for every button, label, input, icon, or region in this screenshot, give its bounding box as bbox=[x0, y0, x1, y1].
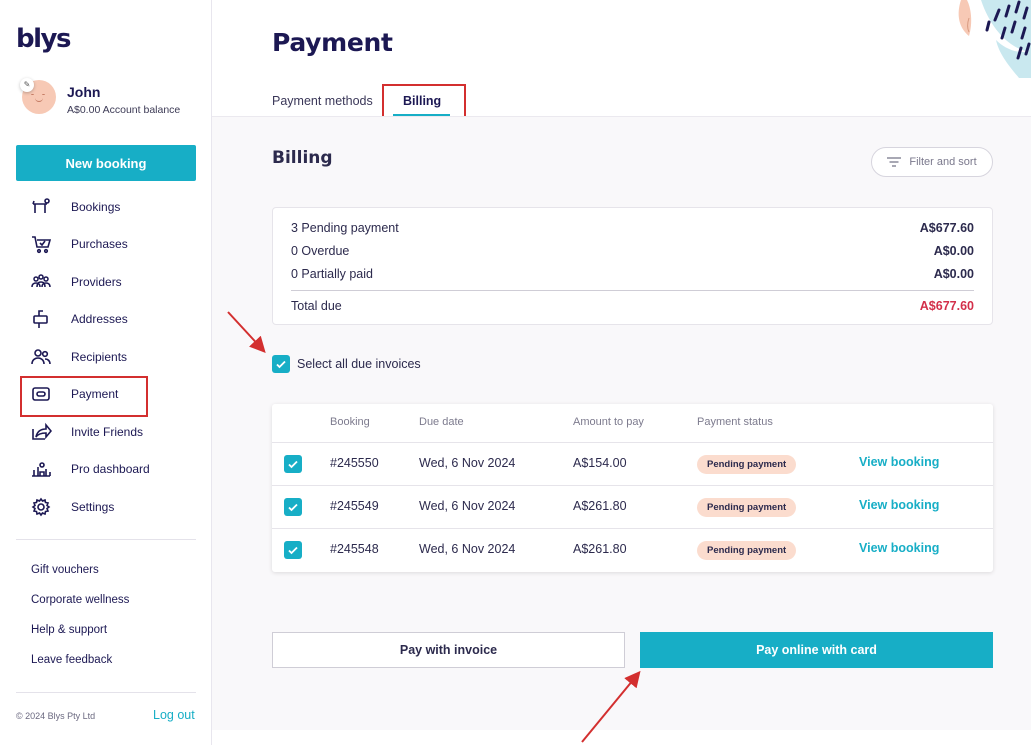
tab-payment-methods[interactable]: Payment methods bbox=[272, 94, 373, 108]
sidebar-secondary-links: Gift vouchers Corporate wellness Help & … bbox=[31, 562, 129, 682]
filter-sort-button[interactable]: Filter and sort bbox=[871, 147, 993, 177]
corporate-wellness-link[interactable]: Corporate wellness bbox=[31, 592, 129, 622]
sidebar-item-recipients[interactable]: Recipients bbox=[0, 338, 212, 376]
sidebar-item-addresses[interactable]: Addresses bbox=[0, 301, 212, 339]
amount-to-pay: A$261.80 bbox=[573, 499, 627, 513]
help-support-link[interactable]: Help & support bbox=[31, 622, 129, 652]
booking-id: #245550 bbox=[330, 456, 379, 470]
summary-row-total: Total due A$677.60 bbox=[291, 299, 974, 317]
gear-icon bbox=[30, 496, 52, 518]
users-icon bbox=[30, 346, 52, 368]
summary-amount: A$677.60 bbox=[919, 221, 974, 235]
wallet-icon bbox=[30, 383, 52, 405]
status-badge: Pending payment bbox=[697, 498, 797, 517]
sidebar-item-pro-dashboard[interactable]: Pro dashboard bbox=[0, 451, 212, 489]
column-header-status: Payment status bbox=[697, 416, 773, 428]
select-all-label: Select all due invoices bbox=[297, 357, 421, 371]
main-content: Payment Payment methods Billing Billing … bbox=[212, 0, 1031, 745]
edit-pencil-icon[interactable]: ✎ bbox=[20, 78, 34, 92]
sidebar-item-label: Bookings bbox=[71, 199, 121, 214]
cart-icon bbox=[30, 233, 52, 255]
total-amount: A$677.60 bbox=[919, 299, 974, 313]
amount-to-pay: A$261.80 bbox=[573, 542, 627, 556]
copyright-text: © 2024 Blys Pty Ltd bbox=[16, 711, 96, 721]
table-row: #245550 Wed, 6 Nov 2024 A$154.00 Pending… bbox=[272, 442, 993, 485]
status-badge: Pending payment bbox=[697, 541, 797, 560]
select-all-invoices[interactable]: Select all due invoices bbox=[272, 355, 421, 373]
row-checkbox[interactable] bbox=[284, 541, 302, 559]
sidebar-item-providers[interactable]: Providers bbox=[0, 263, 212, 301]
page-title: Payment bbox=[272, 28, 393, 57]
column-header-amount: Amount to pay bbox=[573, 416, 644, 428]
new-booking-button[interactable]: New booking bbox=[16, 145, 196, 181]
summary-row-pending: 3 Pending payment A$677.60 bbox=[291, 221, 974, 239]
logout-link[interactable]: Log out bbox=[153, 708, 195, 722]
sidebar-item-label: Recipients bbox=[71, 349, 128, 364]
status-badge: Pending payment bbox=[697, 455, 797, 474]
summary-amount: A$0.00 bbox=[933, 267, 974, 281]
summary-divider bbox=[291, 290, 974, 291]
sidebar-item-label: Payment bbox=[71, 387, 119, 402]
profile-card[interactable]: ✎ John A$0.00 Account balance bbox=[20, 78, 207, 120]
view-booking-link[interactable]: View booking bbox=[859, 498, 939, 512]
row-checkbox[interactable] bbox=[284, 498, 302, 516]
summary-label: 0 Partially paid bbox=[291, 267, 373, 281]
table-row: #245548 Wed, 6 Nov 2024 A$261.80 Pending… bbox=[272, 528, 993, 571]
view-booking-link[interactable]: View booking bbox=[859, 455, 939, 469]
share-icon bbox=[30, 421, 53, 443]
decorative-illustration bbox=[881, 0, 1031, 78]
booking-id: #245548 bbox=[330, 542, 379, 556]
sidebar-item-label: Settings bbox=[71, 499, 115, 514]
leave-feedback-link[interactable]: Leave feedback bbox=[31, 652, 129, 682]
sidebar-item-label: Pro dashboard bbox=[71, 462, 150, 477]
people-group-icon bbox=[30, 271, 52, 293]
amount-to-pay: A$154.00 bbox=[573, 456, 627, 470]
profile-name: John bbox=[67, 84, 101, 100]
billing-summary: 3 Pending payment A$677.60 0 Overdue A$0… bbox=[272, 207, 993, 325]
sidebar-item-label: Invite Friends bbox=[71, 424, 144, 439]
summary-amount: A$0.00 bbox=[933, 244, 974, 258]
summary-label: 0 Overdue bbox=[291, 244, 350, 258]
pay-online-card-button[interactable]: Pay online with card bbox=[640, 632, 993, 668]
mailbox-icon bbox=[30, 308, 52, 330]
sidebar-divider bbox=[16, 692, 196, 693]
sidebar: blys ✎ John A$0.00 Account balance New b… bbox=[0, 0, 212, 745]
view-booking-link[interactable]: View booking bbox=[859, 541, 939, 555]
filter-icon bbox=[887, 157, 902, 167]
section-title: Billing bbox=[272, 148, 333, 168]
sidebar-item-invite-friends[interactable]: Invite Friends bbox=[0, 413, 212, 451]
due-date: Wed, 6 Nov 2024 bbox=[419, 499, 516, 513]
due-date: Wed, 6 Nov 2024 bbox=[419, 542, 516, 556]
sidebar-divider bbox=[16, 539, 196, 540]
sidebar-item-settings[interactable]: Settings bbox=[0, 488, 212, 526]
row-checkbox[interactable] bbox=[284, 455, 302, 473]
column-header-booking: Booking bbox=[330, 416, 370, 428]
due-date: Wed, 6 Nov 2024 bbox=[419, 456, 516, 470]
sidebar-item-label: Addresses bbox=[71, 312, 128, 327]
summary-label: 3 Pending payment bbox=[291, 221, 399, 235]
select-all-checkbox[interactable] bbox=[272, 355, 290, 373]
column-header-due-date: Due date bbox=[419, 416, 464, 428]
account-balance: A$0.00 Account balance bbox=[67, 104, 181, 116]
sidebar-item-label: Purchases bbox=[71, 237, 128, 252]
pay-with-invoice-button[interactable]: Pay with invoice bbox=[272, 632, 625, 668]
invoices-table: Booking Due date Amount to pay Payment s… bbox=[272, 404, 993, 572]
summary-row-overdue: 0 Overdue A$0.00 bbox=[291, 244, 974, 262]
blys-logo[interactable]: blys bbox=[16, 24, 71, 54]
booking-id: #245549 bbox=[330, 499, 379, 513]
sidebar-item-bookings[interactable]: Bookings bbox=[0, 188, 212, 226]
massage-table-icon bbox=[30, 196, 52, 218]
summary-row-partially-paid: 0 Partially paid A$0.00 bbox=[291, 267, 974, 285]
sidebar-item-payment[interactable]: Payment bbox=[0, 375, 212, 416]
table-row: #245549 Wed, 6 Nov 2024 A$261.80 Pending… bbox=[272, 485, 993, 528]
billing-panel: Billing Filter and sort 3 Pending paymen… bbox=[212, 116, 1031, 730]
gift-vouchers-link[interactable]: Gift vouchers bbox=[31, 562, 129, 592]
sidebar-item-label: Providers bbox=[71, 274, 122, 289]
filter-sort-label: Filter and sort bbox=[909, 156, 977, 168]
sidebar-nav: Bookings Purchases Providers Addresses R… bbox=[0, 188, 212, 526]
dashboard-icon bbox=[30, 458, 52, 480]
total-label: Total due bbox=[291, 299, 342, 313]
sidebar-item-purchases[interactable]: Purchases bbox=[0, 226, 212, 264]
